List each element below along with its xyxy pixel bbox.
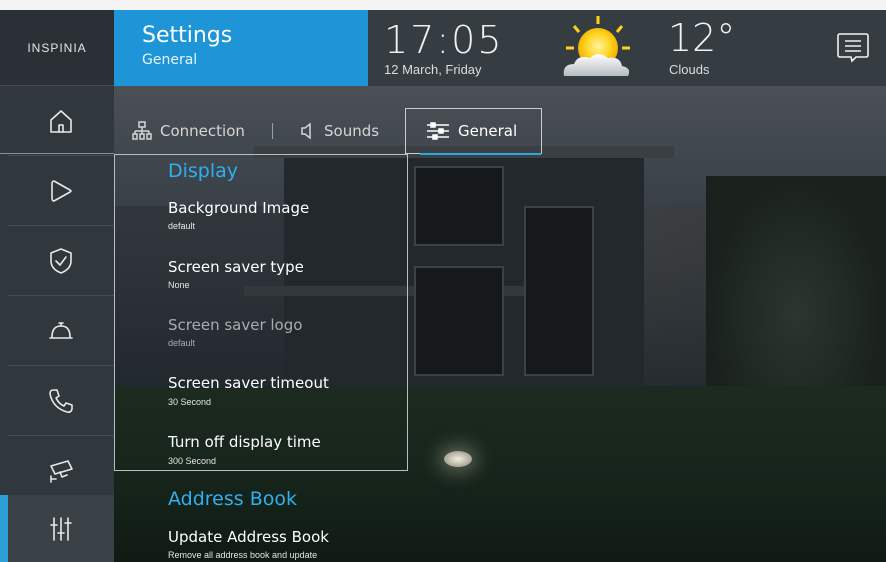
tab-general-label: General <box>458 122 518 140</box>
tab-active-underline <box>420 153 541 155</box>
tab-connection-label: Connection <box>160 122 245 140</box>
setting-value: 300 Second <box>168 456 217 466</box>
setting-title: Screen saver timeout <box>168 374 329 392</box>
sliders-icon <box>427 122 449 140</box>
section-title-display: Display <box>168 160 239 182</box>
sidebar-item-home[interactable] <box>8 86 114 156</box>
sidebar-item-call[interactable] <box>8 366 114 436</box>
tab-sounds-label: Sounds <box>324 122 380 140</box>
tab-sounds[interactable]: Sounds <box>298 108 379 154</box>
setting-title: Update Address Book <box>168 528 329 546</box>
scene-trees <box>706 176 886 406</box>
play-icon <box>51 179 72 202</box>
setting-title: Turn off display time <box>168 433 321 451</box>
tab-general[interactable]: General <box>405 108 542 155</box>
section-title-address-book: Address Book <box>168 488 297 510</box>
setting-value: Remove all address book and update <box>168 550 318 560</box>
sidebar-item-settings[interactable] <box>8 495 114 562</box>
tab-connector-line <box>0 153 114 154</box>
phone-icon <box>49 388 73 413</box>
camera-icon <box>50 459 73 483</box>
setting-value: None <box>168 280 190 290</box>
service-bell-icon <box>49 321 73 339</box>
setting-title: Background Image <box>168 199 310 217</box>
sidebar-item-media[interactable] <box>8 156 114 226</box>
weather-condition: Clouds <box>669 62 710 77</box>
sidebar-item-security[interactable] <box>8 226 114 296</box>
scene-window <box>524 206 594 376</box>
active-indicator <box>0 495 8 562</box>
tab-divider <box>272 123 273 139</box>
scene-garden-lamp <box>444 451 472 467</box>
setting-title: Screen saver type <box>168 258 304 276</box>
status-bar: 17:05 12 March, Friday 12° Clouds <box>368 10 886 86</box>
scene-window <box>414 266 504 376</box>
sidebar: INSPINIA <box>0 10 114 562</box>
tab-connection[interactable]: Connection <box>132 108 245 154</box>
sliders-icon <box>50 516 72 541</box>
top-strip <box>0 0 886 10</box>
sidebar-item-services[interactable] <box>8 296 114 366</box>
scene-window <box>414 166 504 246</box>
weather-temperature: 12° <box>668 16 736 60</box>
clock-date: 12 March, Friday <box>384 62 482 77</box>
brand-logo: INSPINIA <box>0 10 114 86</box>
setting-value: 30 Second <box>168 397 212 407</box>
message-icon <box>837 33 869 63</box>
page-subtitle: General <box>142 52 198 68</box>
page-title: Settings <box>142 23 233 48</box>
speaker-icon <box>301 122 311 140</box>
network-icon <box>132 121 152 140</box>
setting-value: default <box>168 338 196 348</box>
shield-check-icon <box>50 247 72 274</box>
home-icon <box>50 109 72 133</box>
page-header: Settings General <box>114 10 368 86</box>
messages-button[interactable] <box>835 29 871 65</box>
brand-logo-text: INSPINIA <box>27 40 87 55</box>
sun-cloud-icon <box>563 16 630 76</box>
setting-value: default <box>168 221 196 231</box>
clock-time: 17:05 <box>384 18 504 62</box>
setting-title: Screen saver logo <box>168 316 303 334</box>
